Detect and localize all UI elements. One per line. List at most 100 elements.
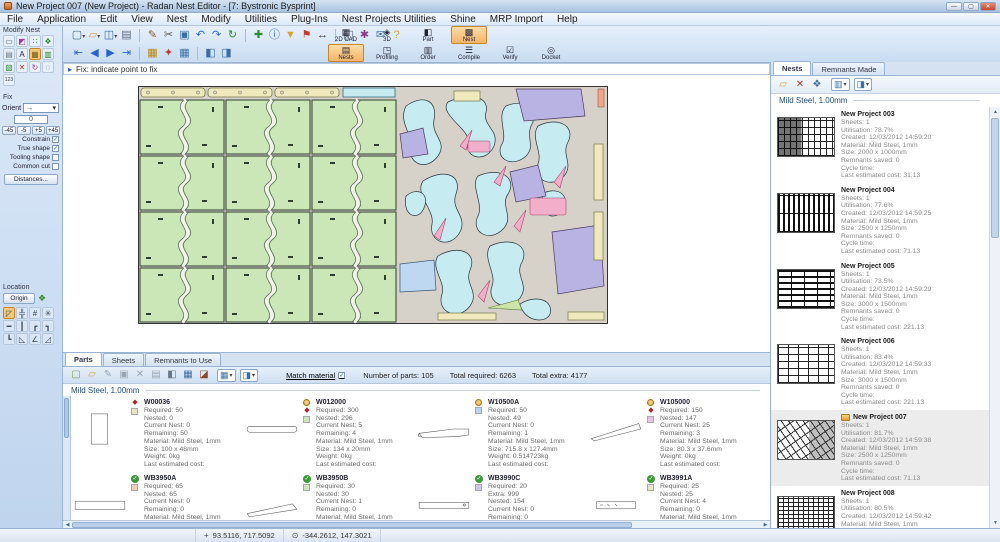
match-material-checkbox[interactable]: ✓ xyxy=(338,372,345,379)
last-sheet-icon[interactable]: ⇥ xyxy=(119,46,134,61)
menu-mrp-import[interactable]: MRP Import xyxy=(483,13,550,26)
nest-item-new-project-007[interactable]: New Project 007 Sheets: 1Utilisation: 81… xyxy=(771,410,989,486)
title-bar[interactable]: New Project 007 (New Project) - Radan Ne… xyxy=(0,0,1000,13)
interactive-nest-icon[interactable]: ▦ xyxy=(29,48,41,60)
menu-plug-ins[interactable]: Plug-Ins xyxy=(284,13,335,26)
part-card-wb3950b[interactable]: ✓ WB3950B Required: 30Nested: 30Current … xyxy=(245,471,417,520)
workflow-2d-cad-button[interactable]: ▦2D CAD xyxy=(328,26,364,44)
nest-pair-icon[interactable]: ▥ xyxy=(42,48,54,60)
chevron-down-icon[interactable]: ▾ xyxy=(97,34,100,40)
save-icon[interactable]: ◫▾ xyxy=(103,28,118,43)
chevron-down-icon[interactable]: ▾ xyxy=(866,81,869,88)
angle-mid-icon[interactable]: ∠ xyxy=(29,333,41,345)
print-icon[interactable]: ▤ xyxy=(119,28,134,43)
rotate-5-button[interactable]: +5 xyxy=(32,126,46,135)
circle-select-icon[interactable]: ◌ xyxy=(42,61,54,73)
refresh-icon[interactable]: ↻ xyxy=(225,28,240,43)
scrollbar-thumb[interactable] xyxy=(72,522,632,528)
fill-sheet-icon[interactable]: ◧ xyxy=(165,368,179,382)
rotate-45-button[interactable]: -45 xyxy=(2,126,16,135)
table-view-icon[interactable]: ▦ xyxy=(181,368,195,382)
scrollbar-thumb[interactable] xyxy=(64,398,69,438)
workflow-compile-button[interactable]: ☰Compile xyxy=(451,44,487,62)
part-document-icon[interactable]: ▤ xyxy=(3,48,15,60)
part-properties-icon[interactable]: ▤ xyxy=(149,368,163,382)
thumbnail-size-combo[interactable]: ▥▾ xyxy=(831,78,850,91)
origin-button[interactable]: Origin xyxy=(3,293,35,304)
menu-application[interactable]: Application xyxy=(30,13,93,26)
copy-icon[interactable]: ▣ xyxy=(177,28,192,43)
workflow-docket-button[interactable]: ◎Docket xyxy=(533,44,569,62)
list-layout-combo[interactable]: ◨▾ xyxy=(240,369,259,382)
menu-nest[interactable]: Nest xyxy=(160,13,195,26)
menu-help[interactable]: Help xyxy=(550,13,585,26)
workflow-nests-button[interactable]: ▤Nests xyxy=(328,44,364,62)
workflow-verify-button[interactable]: ☑Verify xyxy=(492,44,528,62)
parts-tab-parts[interactable]: Parts xyxy=(65,352,102,366)
add-parts-icon[interactable]: ▢ xyxy=(69,368,83,382)
nests-tab-remnants-made[interactable]: Remnants Made xyxy=(812,62,885,75)
nest-canvas[interactable] xyxy=(63,75,770,352)
cut-icon[interactable]: ✂ xyxy=(161,28,176,43)
part-card-w012000[interactable]: ◆ W012000 Required: 300Nested: 296Curren… xyxy=(245,395,417,471)
nest-item-new-project-005[interactable]: New Project 005 Sheets: 1Utilisation: 73… xyxy=(771,259,989,335)
report-icon[interactable]: ◪ xyxy=(197,368,211,382)
scroll-up-icon[interactable]: ▲ xyxy=(990,107,1000,117)
window-split-icon[interactable]: ◧ xyxy=(203,46,218,61)
delete-nest-icon[interactable]: ✕ xyxy=(793,78,807,92)
workflow-3d-button[interactable]: ◈3D xyxy=(369,26,405,44)
flag-icon[interactable]: ⚑ xyxy=(299,28,314,43)
scroll-down-icon[interactable]: ▼ xyxy=(990,518,1000,528)
corner-bottom-left-icon[interactable]: ┗ xyxy=(3,333,15,345)
menu-edit[interactable]: Edit xyxy=(93,13,124,26)
angle-input[interactable]: 0 xyxy=(14,115,48,124)
align-vertical-icon[interactable]: ┃ xyxy=(16,320,28,332)
previous-sheet-icon[interactable]: ◀ xyxy=(87,46,102,61)
nest-item-new-project-004[interactable]: New Project 004 Sheets: 1Utilisation: 77… xyxy=(771,183,989,259)
workflow-nest-button[interactable]: ▩Nest xyxy=(451,26,487,44)
exit-nest-icon[interactable]: ◩ xyxy=(16,35,28,47)
scrollbar-thumb[interactable] xyxy=(991,118,999,238)
menu-modify[interactable]: Modify xyxy=(194,13,237,26)
info-icon[interactable]: ⓘ xyxy=(267,28,282,43)
redo-icon[interactable]: ↷ xyxy=(209,28,224,43)
chevron-down-icon[interactable]: ▾ xyxy=(844,81,847,88)
list-layout-combo[interactable]: ◨▾ xyxy=(854,78,873,91)
add-text-icon[interactable]: A xyxy=(16,48,28,60)
align-horizontal-icon[interactable]: ━ xyxy=(3,320,15,332)
next-sheet-icon[interactable]: ▶ xyxy=(103,46,118,61)
menu-utilities[interactable]: Utilities xyxy=(238,13,284,26)
open-nest-icon[interactable]: ▱ xyxy=(776,78,790,92)
menu-shine[interactable]: Shine xyxy=(443,13,483,26)
orient-select[interactable]: → ▾ xyxy=(23,103,59,113)
move-node-icon[interactable]: ✚ xyxy=(251,28,266,43)
open-folder-icon[interactable]: ▱▾ xyxy=(87,28,102,43)
align-top-left-icon[interactable]: ◸ xyxy=(3,307,15,319)
workflow-profiling-button[interactable]: ◳Profiling xyxy=(369,44,405,62)
scroll-left-icon[interactable]: ◀ xyxy=(63,522,72,528)
tooling-shape-checkbox[interactable] xyxy=(52,154,59,161)
nests-vertical-scrollbar[interactable]: ▲ ▼ xyxy=(989,107,1000,528)
common-cut-checkbox[interactable] xyxy=(52,163,59,170)
new-file-icon[interactable]: ▢▾ xyxy=(71,28,86,43)
part-card-w10500a[interactable]: W10500A Required: 50Nested: 49Current Ne… xyxy=(417,395,589,471)
workflow-order-button[interactable]: ▥Order xyxy=(410,44,446,62)
close-button[interactable]: ✕ xyxy=(980,2,996,11)
first-sheet-icon[interactable]: ⇤ xyxy=(71,46,86,61)
angle-right-icon[interactable]: ◿ xyxy=(42,333,54,345)
copy-part-icon[interactable]: ▣ xyxy=(117,368,131,382)
sequence-icon[interactable]: 123 xyxy=(3,74,15,86)
sheet-tools-icon[interactable]: ✦ xyxy=(161,46,176,61)
delete-part-icon[interactable]: ✕ xyxy=(133,368,147,382)
rotate-5-button[interactable]: -5 xyxy=(17,126,31,135)
angle-left-icon[interactable]: ◺ xyxy=(16,333,28,345)
align-center-icon[interactable]: ╬ xyxy=(16,307,28,319)
align-scatter-icon[interactable]: ✳ xyxy=(42,307,54,319)
sheet-grid-icon[interactable]: ▦ xyxy=(177,46,192,61)
true-shape-checkbox[interactable]: ✓ xyxy=(52,145,59,152)
chevron-down-icon[interactable]: ▾ xyxy=(114,34,117,40)
sheet-add-icon[interactable]: ▦ xyxy=(145,46,160,61)
part-card-wb3991a[interactable]: ✓ WB3991A Required: 25Nested: 25Current … xyxy=(589,471,761,520)
workflow-part-button[interactable]: ◧Part xyxy=(410,26,446,44)
part-card-w105000[interactable]: ◆ W105000 Required: 150Nested: 147Curren… xyxy=(589,395,761,471)
